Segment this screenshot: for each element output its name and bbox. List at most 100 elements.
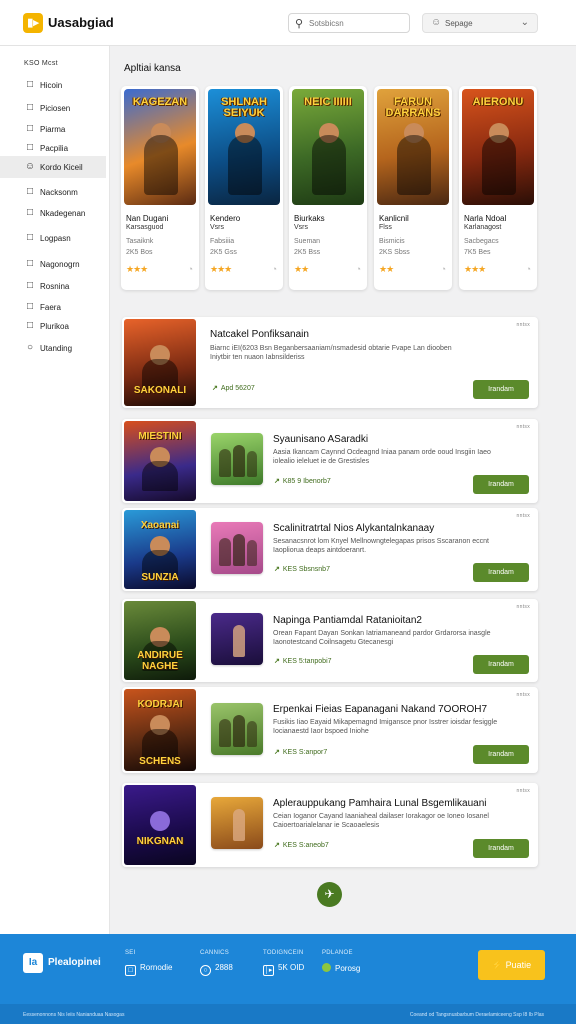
brand-name[interactable]: Uasabgiad — [48, 15, 114, 30]
menu-item-icon: □ — [26, 320, 34, 331]
status-dot-icon — [322, 963, 331, 972]
game-cover-image: SAKONALI — [124, 319, 196, 406]
game-card[interactable]: AIERONU Narla Ndoal Karlanagost Sacbegac… — [459, 86, 537, 290]
menu-item-icon: □ — [26, 186, 34, 197]
sidebar-item-label: Kordo Kiceil — [40, 163, 83, 172]
list-item-meta: ↗ K85 9 Ibenorb7 — [274, 477, 331, 485]
list-item-title: Scalinitratrtal Nios Alykantalnkanaay — [273, 523, 435, 534]
list-item-description: Sesanacsnrot lom Knyel Mellnowngtelegapa… — [273, 538, 489, 554]
search-box[interactable]: ⚲ — [288, 13, 410, 33]
game-meta-size: 7K5 Bes — [464, 249, 491, 256]
search-icon: ⚲ — [295, 18, 304, 30]
game-meta-size: 2K5 Bos — [126, 249, 153, 256]
sidebar-item[interactable]: □ Hicoin — [0, 74, 106, 96]
list-item-tag: nntsx — [516, 322, 530, 328]
footer-cta-button[interactable]: ⚡ Puatie — [478, 950, 545, 980]
list-item-description: Ceian Ioganor Cayand Iaaniaheal dailaser… — [273, 813, 489, 829]
sidebar-item[interactable]: □ Nagonogrn — [0, 253, 106, 275]
game-card[interactable]: FARUN DARRANS Kanlicnil Flss Bismicis 2K… — [374, 86, 452, 290]
sidebar-item-label: Pacpilia — [40, 144, 69, 153]
footer-cta-label: Puatie — [505, 960, 532, 970]
list-item[interactable]: MIESTINI Syaunisano ASaradki Aasia Ikanc… — [122, 419, 538, 503]
sidebar-item[interactable]: □ Piciosen — [0, 97, 106, 119]
character-figure — [312, 135, 346, 195]
game-cover-image: MIESTINI — [124, 421, 196, 501]
list-item[interactable]: Xaoanai SUNZIA Scalinitratrtal Nios Alyk… — [122, 508, 538, 591]
list-item-title: Natcakel Ponfiksanain — [210, 329, 309, 340]
install-button[interactable]: Irandam — [473, 655, 529, 674]
sidebar-item[interactable]: □ Rosnina — [0, 275, 106, 297]
sidebar-item[interactable]: □ Logpasn — [0, 227, 106, 249]
menu-item-icon: □ — [26, 142, 34, 153]
trend-icon: ↗ — [212, 385, 218, 392]
install-button[interactable]: Irandam — [473, 380, 529, 399]
game-cover-title: MIESTINI — [138, 431, 182, 442]
install-button[interactable]: Irandam — [473, 475, 529, 494]
user-icon: ☺ — [24, 161, 36, 172]
game-cover-title: FARUN DARRANS — [385, 96, 441, 119]
app-logo-icon[interactable]: ▮▸ — [23, 13, 43, 33]
footer-links[interactable]: Coeand od Tangsnusbarbum Deraelamiceeng … — [410, 1012, 544, 1018]
sidebar-item[interactable]: □ Plurikoa — [0, 315, 106, 337]
clock-icon: ○ — [200, 965, 211, 976]
game-meta: Fabsiiia — [210, 238, 235, 245]
list-item-tag: nntsx — [516, 604, 530, 610]
sidebar: KSO Mcst □ Hicoin □ Piciosen □ Piarma □ Pacp… — [0, 46, 110, 934]
menu-item-icon: □ — [26, 123, 34, 134]
install-button[interactable]: Irandam — [473, 563, 529, 582]
list-item-description: Orean Fapant Dayan Sonkan Iatriamaneand … — [273, 630, 491, 646]
game-cover-image: KODRJAI SCHENS — [124, 689, 196, 771]
play-icon: │▸ — [263, 965, 274, 976]
scroll-top-button[interactable]: ✈ — [317, 882, 342, 907]
footer-logo-icon[interactable]: Ia — [23, 953, 43, 973]
list-item[interactable]: ANDIRUE NAGHE Napinga Pantiamdal Ratanio… — [122, 599, 538, 682]
lightning-icon: ⚡ — [491, 960, 504, 970]
sidebar-item[interactable]: ○ Utanding — [0, 337, 106, 359]
game-subtitle: Karlanagost — [464, 224, 502, 231]
account-select[interactable]: ☺ Sepage ⌄ — [422, 13, 538, 33]
game-meta: Tasaiknk — [126, 238, 154, 245]
menu-item-icon: □ — [26, 280, 34, 291]
game-cover-image: FARUN DARRANS — [377, 89, 449, 205]
game-card[interactable]: KAGEZAN Nan Dugani Karsasguod Tasaiknk 2… — [121, 86, 199, 290]
footer-stat-value: 2888 — [215, 963, 233, 972]
sidebar-item-active[interactable]: ☺ Kordo Kiceil — [0, 156, 106, 178]
game-cover-image: NIKGNAN — [124, 785, 196, 865]
install-button[interactable]: Irandam — [473, 839, 529, 858]
list-item[interactable]: SAKONALI Natcakel Ponfiksanain Biarnc iE… — [122, 317, 538, 408]
game-subtitle: Vsrs — [294, 224, 308, 231]
trend-icon: ↗ — [274, 842, 280, 849]
sidebar-item[interactable]: □ Nkadegenan — [0, 202, 106, 224]
game-meta-size: 2K5 Gss — [210, 249, 237, 256]
list-item-meta: ↗ KES S:anpor7 — [274, 748, 327, 756]
game-cover-title: ANDIRUE NAGHE — [137, 650, 183, 672]
footer-stat: PDLANOE Porosg — [322, 950, 360, 973]
sidebar-item-label: Rosnina — [40, 282, 70, 291]
game-cover-image: Xaoanai SUNZIA — [124, 510, 196, 589]
game-name: Kanlicnil — [379, 214, 409, 223]
rating-stars-icon: ★★ — [294, 264, 309, 274]
footer-brand[interactable]: Plealopinei — [48, 957, 101, 968]
footer-bottom-bar: Eessenonnons Nis Ieiis Nanianduaa Nasoga… — [0, 1004, 576, 1024]
top-header: ▮▸ Uasabgiad ⚲ ☺ Sepage ⌄ — [0, 0, 576, 46]
footer-stat-value: 5K OID — [278, 963, 305, 972]
character-figure — [397, 135, 431, 195]
menu-item-icon: □ — [26, 79, 34, 90]
search-input[interactable] — [309, 16, 405, 30]
footer-stat-label: CANNICS — [200, 950, 230, 956]
sidebar-item-label: Piciosen — [40, 104, 71, 113]
account-select-value: Sepage — [445, 19, 473, 28]
section-title: Apltiai kansa — [124, 63, 181, 74]
sidebar-item[interactable]: □ Nacksonm — [0, 181, 106, 203]
game-card[interactable]: SHLNAH SEIYUK Kendero Vsrs Fabsiiia 2K5 … — [205, 86, 283, 290]
app-thumbnail-image — [211, 797, 263, 849]
game-cover-image: NEIC IIIIII — [292, 89, 364, 205]
game-card[interactable]: NEIC IIIIII Biurkaks Vsrs Sueman 2K5 Bss… — [289, 86, 367, 290]
character-figure — [142, 729, 178, 759]
progress-icon: ◔ — [440, 264, 446, 274]
list-item[interactable]: NIKGNAN Aplerauppukang Pamhaira Lunal Bs… — [122, 783, 538, 867]
install-button[interactable]: Irandam — [473, 745, 529, 764]
list-item[interactable]: KODRJAI SCHENS Erpenkai Fieias Eapanagan… — [122, 687, 538, 773]
game-cover-title: NEIC IIIIII — [304, 96, 352, 108]
list-item-meta: ↗ Apd 56207 — [212, 384, 255, 392]
